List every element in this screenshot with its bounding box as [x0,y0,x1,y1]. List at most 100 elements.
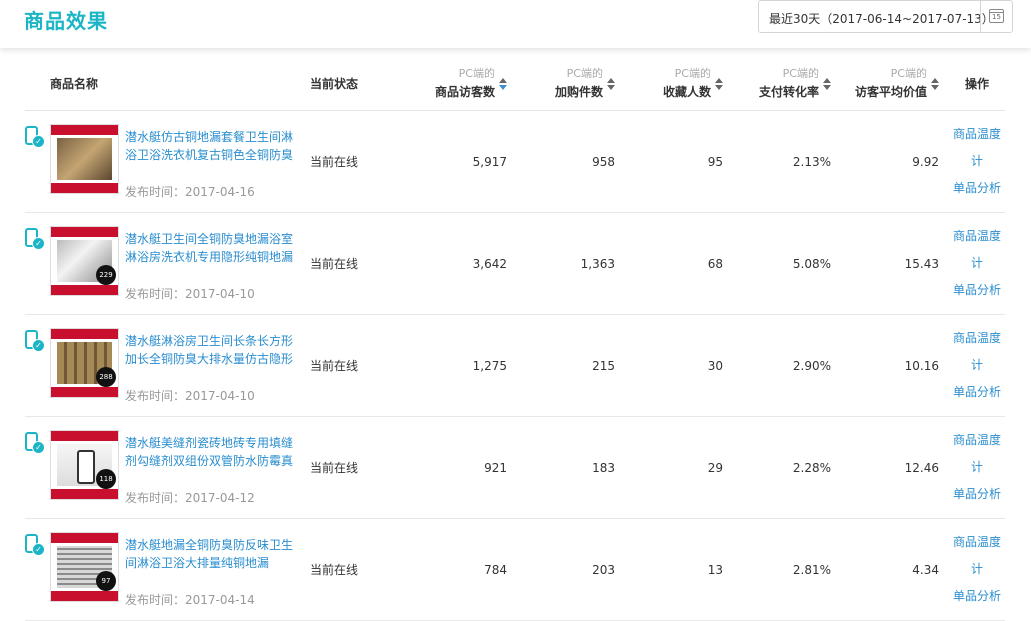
product-thumbnail[interactable]: 229 [50,226,119,296]
mobile-check-icon: ✓ [25,534,45,556]
item-analysis-link[interactable]: 单品分析 [949,277,1005,304]
status-cell: 当前在线 [300,110,400,213]
col-favorites-sub: PC端的 [674,67,711,80]
sort-icon[interactable] [607,77,615,90]
col-favorites-main: 收藏人数 [662,85,711,99]
item-analysis-link[interactable]: 单品分析 [949,481,1005,508]
sort-icon[interactable] [499,77,507,90]
product-title-link[interactable]: 潜水艇卫生间全铜防臭地漏浴室淋浴房洗衣机专用隐形纯铜地漏 [125,230,300,266]
col-conversion-sub: PC端的 [782,67,819,80]
mobile-check-icon: ✓ [25,432,45,454]
visitors-cell: 3,642 [400,212,517,315]
avg-value-cell: 4.34 [841,518,949,621]
table-row: ✓ 97 潜水艇地漏全铜防臭防反味卫生间淋浴卫浴大排量纯铜地漏 发布时间：201… [25,518,1005,621]
item-analysis-link[interactable]: 单品分析 [949,379,1005,406]
thermometer-link[interactable]: 商品温度计 [949,121,1005,175]
product-cell: ✓ 118 潜水艇美缝剂瓷砖地砖专用填缝剂勾缝剂双组份双管防水防霉真 发布时间：… [25,417,300,518]
col-avg-value-main: 访客平均价值 [854,85,927,99]
col-cart-sub: PC端的 [566,67,603,80]
date-range-picker[interactable]: 最近30天（2017-06-14~2017-07-13） 15 [758,0,1013,33]
col-visitors-main: 商品访客数 [434,85,495,99]
publish-date: 发布时间：2017-04-10 [125,389,255,403]
ops-cell: 商品温度计 单品分析 [949,110,1005,213]
publish-date: 发布时间：2017-04-14 [125,593,255,607]
product-title-link[interactable]: 潜水艇仿古铜地漏套餐卫生间淋浴卫浴洗衣机复古铜色全铜防臭 [125,128,300,164]
avg-value-cell: 10.16 [841,314,949,417]
thermometer-link[interactable]: 商品温度计 [949,427,1005,481]
thermometer-link[interactable]: 商品温度计 [949,529,1005,583]
favorites-cell: 68 [625,212,733,315]
col-ops: 操作 [949,56,1005,111]
col-cart[interactable]: PC端的加购件数 [517,56,625,111]
status-cell: 当前在线 [300,416,400,519]
mobile-check-icon: ✓ [25,330,45,352]
table-row: ✓ 潜水艇仿古铜地漏套餐卫生间淋浴卫浴洗衣机复古铜色全铜防臭 发布时间：2017… [25,110,1005,213]
conversion-cell: 2.90% [733,314,841,417]
col-product-name: 商品名称 [25,56,300,111]
thumb-price: 97 [96,571,116,591]
col-avg-value-sub: PC端的 [890,67,927,80]
cart-cell: 183 [517,416,625,519]
thermometer-link[interactable]: 商品温度计 [949,223,1005,277]
col-avg-value[interactable]: PC端的访客平均价值 [841,56,949,111]
col-status: 当前状态 [300,56,400,111]
mobile-check-icon: ✓ [25,126,45,148]
conversion-cell: 2.28% [733,416,841,519]
mobile-check-icon: ✓ [25,228,45,250]
cart-cell: 215 [517,314,625,417]
favorites-cell: 95 [625,110,733,213]
page-title: 商品效果 [24,9,108,33]
cart-cell: 1,363 [517,212,625,315]
product-thumbnail[interactable]: 288 [50,328,119,398]
product-title-link[interactable]: 潜水艇淋浴房卫生间长条长方形加长全铜防臭大排水量仿古隐形 [125,332,300,368]
product-thumbnail[interactable] [50,124,119,194]
thumb-price: 118 [96,469,116,489]
table-row: ✓ 118 潜水艇美缝剂瓷砖地砖专用填缝剂勾缝剂双组份双管防水防霉真 发布时间：… [25,416,1005,519]
date-range-text: 最近30天（2017-06-14~2017-07-13） [769,12,994,26]
table-header: 商品名称 当前状态 PC端的商品访客数 PC端的加购件数 PC端的收藏人数 PC… [25,56,1005,111]
publish-date: 发布时间：2017-04-10 [125,287,255,301]
col-favorites[interactable]: PC端的收藏人数 [625,56,733,111]
thumb-price: 288 [96,367,116,387]
product-title-link[interactable]: 潜水艇美缝剂瓷砖地砖专用填缝剂勾缝剂双组份双管防水防霉真 [125,434,300,470]
sort-icon[interactable] [715,77,723,90]
visitors-cell: 784 [400,518,517,621]
conversion-cell: 5.08% [733,212,841,315]
ops-cell: 商品温度计 单品分析 [949,314,1005,417]
sort-icon[interactable] [931,77,939,90]
visitors-cell: 921 [400,416,517,519]
publish-date: 发布时间：2017-04-16 [125,185,255,199]
ops-cell: 商品温度计 单品分析 [949,518,1005,621]
product-table: 商品名称 当前状态 PC端的商品访客数 PC端的加购件数 PC端的收藏人数 PC… [25,56,1005,621]
favorites-cell: 29 [625,416,733,519]
item-analysis-link[interactable]: 单品分析 [949,175,1005,202]
cart-cell: 958 [517,110,625,213]
product-cell: ✓ 229 潜水艇卫生间全铜防臭地漏浴室淋浴房洗衣机专用隐形纯铜地漏 发布时间：… [25,213,300,314]
thermometer-link[interactable]: 商品温度计 [949,325,1005,379]
item-analysis-link[interactable]: 单品分析 [949,583,1005,610]
product-cell: ✓ 288 潜水艇淋浴房卫生间长条长方形加长全铜防臭大排水量仿古隐形 发布时间：… [25,315,300,416]
product-thumbnail[interactable]: 118 [50,430,119,500]
cart-cell: 203 [517,518,625,621]
conversion-cell: 2.81% [733,518,841,621]
col-conversion[interactable]: PC端的支付转化率 [733,56,841,111]
col-visitors[interactable]: PC端的商品访客数 [400,56,517,111]
table-row: ✓ 288 潜水艇淋浴房卫生间长条长方形加长全铜防臭大排水量仿古隐形 发布时间：… [25,314,1005,417]
col-visitors-sub: PC端的 [458,67,495,80]
publish-date: 发布时间：2017-04-12 [125,491,255,505]
col-conversion-main: 支付转化率 [758,85,819,99]
ops-cell: 商品温度计 单品分析 [949,212,1005,315]
table-row: ✓ 229 潜水艇卫生间全铜防臭地漏浴室淋浴房洗衣机专用隐形纯铜地漏 发布时间：… [25,212,1005,315]
status-cell: 当前在线 [300,212,400,315]
top-bar: 商品效果 最近30天（2017-06-14~2017-07-13） 15 [0,0,1031,48]
sort-icon[interactable] [823,77,831,90]
product-thumbnail[interactable]: 97 [50,532,119,602]
conversion-cell: 2.13% [733,110,841,213]
calendar-icon[interactable]: 15 [980,1,1012,32]
product-title-link[interactable]: 潜水艇地漏全铜防臭防反味卫生间淋浴卫浴大排量纯铜地漏 [125,536,300,572]
col-cart-main: 加购件数 [554,85,603,99]
avg-value-cell: 12.46 [841,416,949,519]
ops-cell: 商品温度计 单品分析 [949,416,1005,519]
product-cell: ✓ 潜水艇仿古铜地漏套餐卫生间淋浴卫浴洗衣机复古铜色全铜防臭 发布时间：2017… [25,111,300,212]
status-cell: 当前在线 [300,314,400,417]
